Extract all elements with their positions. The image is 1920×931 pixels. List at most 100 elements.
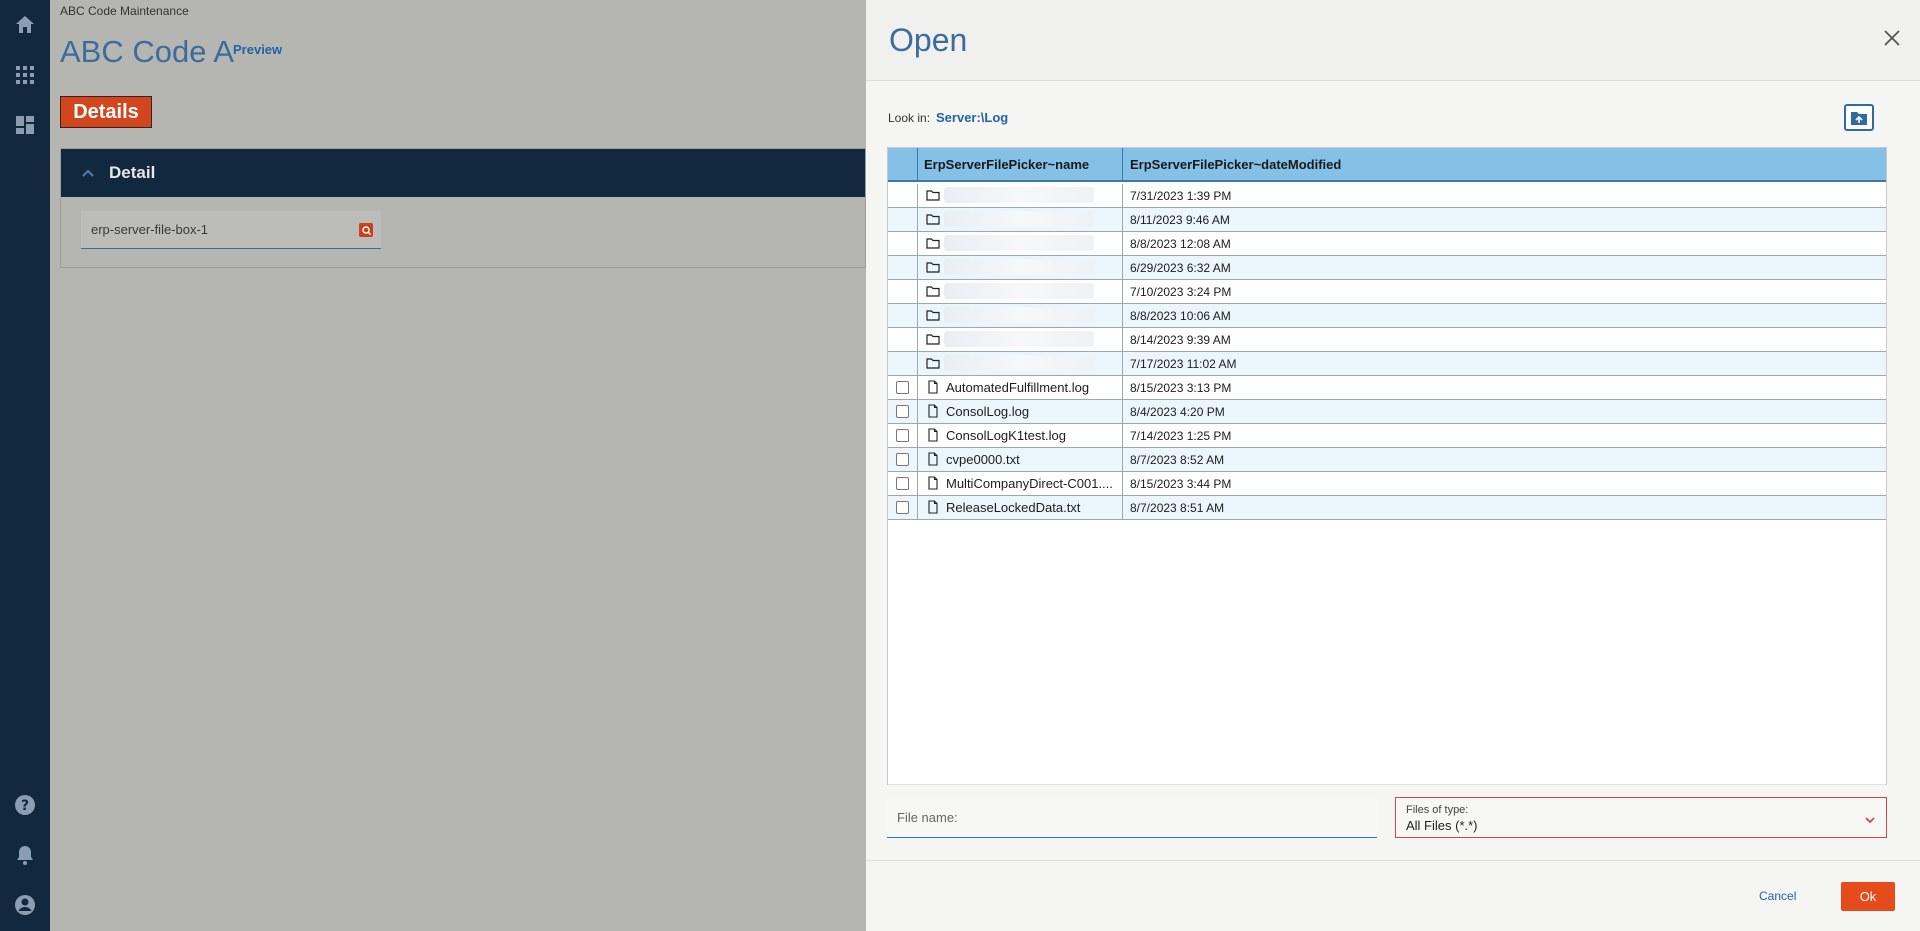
home-icon[interactable] xyxy=(13,13,37,37)
row-checkbox[interactable] xyxy=(896,429,909,442)
dashboard-icon[interactable] xyxy=(13,113,37,137)
row-date-modified: 7/10/2023 3:24 PM xyxy=(1130,285,1232,299)
files-of-type-label: Files of type: xyxy=(1406,804,1469,816)
open-dialog: Open Look in: Server:\Log ErpServerFileP… xyxy=(866,0,1920,931)
table-row[interactable]: AutomatedFulfillment.log 8/15/2023 3:13 P… xyxy=(888,376,1886,400)
row-name-cell[interactable]: AutomatedFulfillment.log xyxy=(918,376,1123,399)
row-name-cell[interactable] xyxy=(918,328,1123,351)
table-row[interactable]: 8/14/2023 9:39 AM xyxy=(888,328,1886,352)
row-checkbox-cell xyxy=(888,280,918,303)
details-button[interactable]: Details xyxy=(60,96,152,128)
files-of-type-value: All Files (*.*) xyxy=(1406,818,1478,833)
folder-up-icon xyxy=(1851,111,1867,125)
close-icon[interactable] xyxy=(1882,28,1902,48)
row-name-cell[interactable] xyxy=(918,304,1123,327)
row-name-cell[interactable] xyxy=(918,256,1123,279)
grid-header: ErpServerFilePicker~name ErpServerFilePi… xyxy=(888,148,1886,182)
detail-section-header[interactable]: Detail xyxy=(61,149,865,197)
file-icon xyxy=(926,500,940,514)
redacted-folder-name xyxy=(944,235,1094,251)
cancel-button[interactable]: Cancel xyxy=(1759,889,1796,903)
row-name-cell[interactable]: MultiCompanyDirect-C001.... xyxy=(918,472,1123,495)
table-row[interactable]: MultiCompanyDirect-C001.... 8/15/2023 3:4… xyxy=(888,472,1886,496)
table-row[interactable]: ReleaseLockedData.txt 8/7/2023 8:51 AM xyxy=(888,496,1886,520)
row-date-modified: 8/15/2023 3:44 PM xyxy=(1130,477,1232,491)
row-checkbox-cell xyxy=(888,448,918,471)
apps-grid-icon[interactable] xyxy=(13,63,37,87)
column-header-date-modified[interactable]: ErpServerFilePicker~dateModified xyxy=(1124,148,1624,182)
file-name-input[interactable] xyxy=(887,798,1377,837)
files-of-type-select[interactable]: Files of type: All Files (*.*) xyxy=(1395,797,1887,838)
row-file-name: ReleaseLockedData.txt xyxy=(946,500,1081,515)
erp-server-file-box[interactable]: erp-server-file-box-1 xyxy=(81,211,381,249)
grid-divider xyxy=(888,784,1886,785)
look-in-path[interactable]: Server:\Log xyxy=(936,110,1008,125)
row-date-modified: 8/15/2023 3:13 PM xyxy=(1130,381,1232,395)
row-name-cell[interactable] xyxy=(918,232,1123,255)
redacted-folder-name xyxy=(944,259,1094,275)
row-date-modified: 8/8/2023 12:08 AM xyxy=(1130,237,1231,251)
row-file-name: cvpe0000.txt xyxy=(946,452,1020,467)
row-checkbox-cell xyxy=(888,184,918,207)
row-checkbox[interactable] xyxy=(896,477,909,490)
table-row[interactable]: ConsolLog.log 8/4/2023 4:20 PM xyxy=(888,400,1886,424)
user-account-icon[interactable] xyxy=(13,893,37,917)
table-row[interactable]: 8/8/2023 10:06 AM xyxy=(888,304,1886,328)
table-row[interactable]: 7/10/2023 3:24 PM xyxy=(888,280,1886,304)
row-name-cell[interactable]: ReleaseLockedData.txt xyxy=(918,496,1123,519)
row-date-modified: 7/17/2023 11:02 AM xyxy=(1130,357,1237,371)
redacted-folder-name xyxy=(944,307,1094,323)
row-date-modified: 8/7/2023 8:51 AM xyxy=(1130,501,1225,515)
row-name-cell[interactable]: cvpe0000.txt xyxy=(918,448,1123,471)
redacted-folder-name xyxy=(944,187,1094,203)
redacted-folder-name xyxy=(944,355,1094,371)
row-date-modified: 7/14/2023 1:25 PM xyxy=(1130,429,1232,443)
row-date-modified: 6/29/2023 6:32 AM xyxy=(1130,261,1231,275)
file-grid: ErpServerFilePicker~name ErpServerFilePi… xyxy=(887,147,1887,785)
row-checkbox[interactable] xyxy=(896,501,909,514)
column-header-name[interactable]: ErpServerFilePicker~name xyxy=(918,148,1123,182)
row-checkbox[interactable] xyxy=(896,453,909,466)
row-name-cell[interactable]: ConsolLogK1test.log xyxy=(918,424,1123,447)
chevron-up-icon xyxy=(81,166,95,180)
redacted-folder-name xyxy=(944,283,1094,299)
dialog-header: Open xyxy=(866,0,1920,81)
row-name-cell[interactable] xyxy=(918,352,1123,375)
row-name-cell[interactable] xyxy=(918,280,1123,303)
row-checkbox-cell xyxy=(888,232,918,255)
row-date-modified: 8/4/2023 4:20 PM xyxy=(1130,405,1225,419)
table-row[interactable]: 8/11/2023 9:46 AM xyxy=(888,208,1886,232)
row-name-cell[interactable] xyxy=(918,184,1123,207)
file-icon xyxy=(926,428,940,442)
parent-folder-button[interactable] xyxy=(1844,104,1874,131)
row-checkbox[interactable] xyxy=(896,405,909,418)
background-app: ABC Code Maintenance ABC Code A Preview … xyxy=(50,0,866,931)
select-all-column[interactable] xyxy=(888,148,918,182)
row-checkbox-cell xyxy=(888,496,918,519)
row-file-name: ConsolLog.log xyxy=(946,404,1030,419)
row-checkbox-cell xyxy=(888,328,918,351)
table-row[interactable]: 8/8/2023 12:08 AM xyxy=(888,232,1886,256)
row-checkbox-cell xyxy=(888,256,918,279)
ok-button[interactable]: Ok xyxy=(1841,882,1895,911)
help-icon[interactable]: ? xyxy=(13,793,37,817)
bell-icon[interactable] xyxy=(13,843,37,867)
dialog-title: Open xyxy=(889,22,968,58)
preview-link[interactable]: Preview xyxy=(233,42,282,57)
redacted-folder-name xyxy=(944,331,1094,347)
table-row[interactable]: ConsolLogK1test.log 7/14/2023 1:25 PM xyxy=(888,424,1886,448)
row-name-cell[interactable]: ConsolLog.log xyxy=(918,400,1123,423)
row-checkbox-cell xyxy=(888,376,918,399)
table-row[interactable]: cvpe0000.txt 8/7/2023 8:52 AM xyxy=(888,448,1886,472)
table-row[interactable]: 7/31/2023 1:39 PM xyxy=(888,184,1886,208)
table-row[interactable]: 6/29/2023 6:32 AM xyxy=(888,256,1886,280)
folder-icon xyxy=(926,212,940,226)
table-row[interactable]: 7/17/2023 11:02 AM xyxy=(888,352,1886,376)
folder-icon xyxy=(926,284,940,298)
row-checkbox-cell xyxy=(888,352,918,375)
file-name-field[interactable] xyxy=(887,798,1377,838)
row-name-cell[interactable] xyxy=(918,208,1123,231)
file-search-icon[interactable] xyxy=(359,223,373,237)
row-checkbox[interactable] xyxy=(896,381,909,394)
file-icon xyxy=(926,452,940,466)
